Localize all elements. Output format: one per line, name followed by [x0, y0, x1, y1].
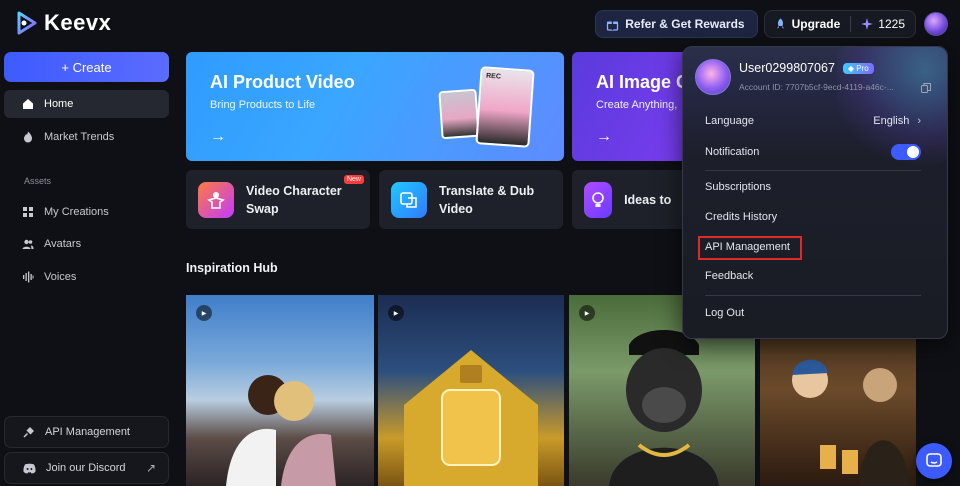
language-label: Language [705, 115, 754, 127]
arrow-right-icon: → [596, 128, 612, 145]
language-value: English [873, 115, 910, 127]
sidebar: + Create Home Market Trends Assets My Cr… [0, 44, 176, 486]
pro-badge: ◆ Pro [842, 62, 874, 74]
inspiration-thumbnail-perfume[interactable]: ▶ [378, 295, 564, 486]
app-logo[interactable]: Keevx [16, 10, 111, 36]
external-link-icon: ↗ [145, 461, 156, 475]
logout-label: Log Out [705, 307, 745, 319]
user-avatar-button[interactable] [924, 12, 948, 36]
tool-video-character-swap[interactable]: Video Character Swap New [186, 170, 370, 229]
menu-item-label: Feedback [705, 270, 754, 282]
sidebar-item-label: Home [44, 98, 74, 110]
tool-label: Video Character Swap [246, 183, 342, 216]
discord-icon [23, 463, 36, 473]
hero-title: AI Product Video [210, 72, 355, 92]
menu-item-feedback[interactable]: Feedback [705, 270, 921, 282]
notification-row: Notification [705, 144, 921, 160]
gift-icon [607, 21, 619, 31]
product-photo-large: REC [475, 66, 535, 148]
sidebar-item-label: Market Trends [44, 131, 115, 143]
sidebar-item-label: Voices [44, 271, 77, 283]
refer-label: Refer & Get Rewards [625, 17, 745, 31]
refer-rewards-button[interactable]: Refer & Get Rewards [595, 10, 758, 38]
support-chat-button[interactable] [916, 443, 952, 479]
sidebar-join-discord[interactable]: Join our Discord ↗ [4, 452, 169, 484]
language-row[interactable]: Language English › [705, 115, 921, 127]
create-button[interactable]: + Create [4, 52, 169, 82]
product-photo-small [438, 88, 480, 140]
menu-item-subscriptions[interactable]: Subscriptions [705, 181, 921, 193]
sidebar-api-management[interactable]: API Management [4, 416, 169, 448]
chat-icon [926, 453, 942, 467]
chevron-right-icon: › [917, 115, 921, 127]
rec-label: REC [485, 72, 502, 81]
upgrade-label: Upgrade [791, 17, 841, 31]
sidebar-item-home[interactable]: Home [4, 90, 169, 118]
waveform-icon [23, 271, 34, 283]
user-dropdown-menu: User0299807067 ◆ Pro Account ID: 7707b5c… [682, 46, 948, 339]
username: User0299807067 [739, 61, 835, 75]
sidebar-item-label: My Creations [44, 206, 109, 218]
menu-item-label: Credits History [705, 211, 778, 223]
copy-icon[interactable] [921, 83, 931, 93]
inspiration-thumbnail-couple[interactable]: ▶ [186, 295, 374, 486]
menu-item-label: Subscriptions [705, 181, 772, 193]
plug-icon [23, 427, 34, 438]
api-management-label: API Management [45, 426, 130, 438]
home-icon [23, 99, 33, 109]
credits-value: 1225 [878, 17, 905, 31]
lightbulb-icon [584, 181, 613, 218]
topbar-actions: Refer & Get Rewards Upgrade 1225 [595, 10, 948, 38]
app-name: Keevx [44, 10, 112, 35]
hero-subtitle: Bring Products to Life [210, 99, 316, 111]
sidebar-item-label: Avatars [44, 238, 82, 250]
api-management-highlight-box [698, 236, 802, 260]
grid-icon [23, 207, 33, 217]
assets-section-label: Assets [24, 176, 52, 186]
upgrade-divider [850, 16, 852, 32]
arrow-right-icon: → [210, 128, 226, 145]
notification-label: Notification [705, 146, 760, 158]
create-label: + Create [61, 59, 112, 75]
discord-label: Join our Discord [46, 462, 126, 474]
menu-divider [705, 295, 921, 296]
notification-toggle[interactable] [891, 144, 921, 160]
tool-label: Translate & Dub Video [439, 183, 535, 216]
tool-translate-dub-video[interactable]: Translate & Dub Video [379, 170, 563, 229]
upgrade-button[interactable]: Upgrade 1225 [763, 10, 916, 38]
new-badge: New [343, 175, 364, 184]
ai-product-video-card[interactable]: AI Product Video Bring Products to Life … [186, 52, 564, 161]
sparkle-icon [861, 18, 874, 30]
couple-illustration [226, 375, 336, 486]
user-avatar [695, 59, 731, 95]
account-id: Account ID: 7707b5cf-9ecd-4119-a46c-... [739, 82, 894, 92]
sidebar-item-my-creations[interactable]: My Creations [4, 198, 169, 226]
credits-balance: 1225 [861, 17, 905, 31]
character-swap-icon [198, 181, 234, 218]
keevx-logo-icon [17, 11, 37, 35]
sidebar-item-market-trends[interactable]: Market Trends [4, 123, 169, 151]
sidebar-item-avatars[interactable]: Avatars [4, 230, 169, 258]
hero-title: AI Image G [596, 72, 691, 92]
menu-item-logout[interactable]: Log Out [705, 307, 921, 319]
sidebar-item-voices[interactable]: Voices [4, 263, 169, 291]
rocket-icon [776, 18, 784, 29]
menu-item-credits-history[interactable]: Credits History [705, 211, 921, 223]
perfume-illustration [404, 350, 538, 486]
pro-badge-label: Pro [856, 63, 869, 73]
user-header: User0299807067 ◆ Pro [739, 61, 874, 75]
inspiration-hub-title: Inspiration Hub [186, 261, 278, 275]
users-icon [22, 239, 34, 249]
translate-icon [391, 181, 427, 218]
menu-divider [705, 170, 921, 171]
hero-subtitle: Create Anything, [596, 99, 678, 111]
flame-icon [24, 131, 32, 143]
